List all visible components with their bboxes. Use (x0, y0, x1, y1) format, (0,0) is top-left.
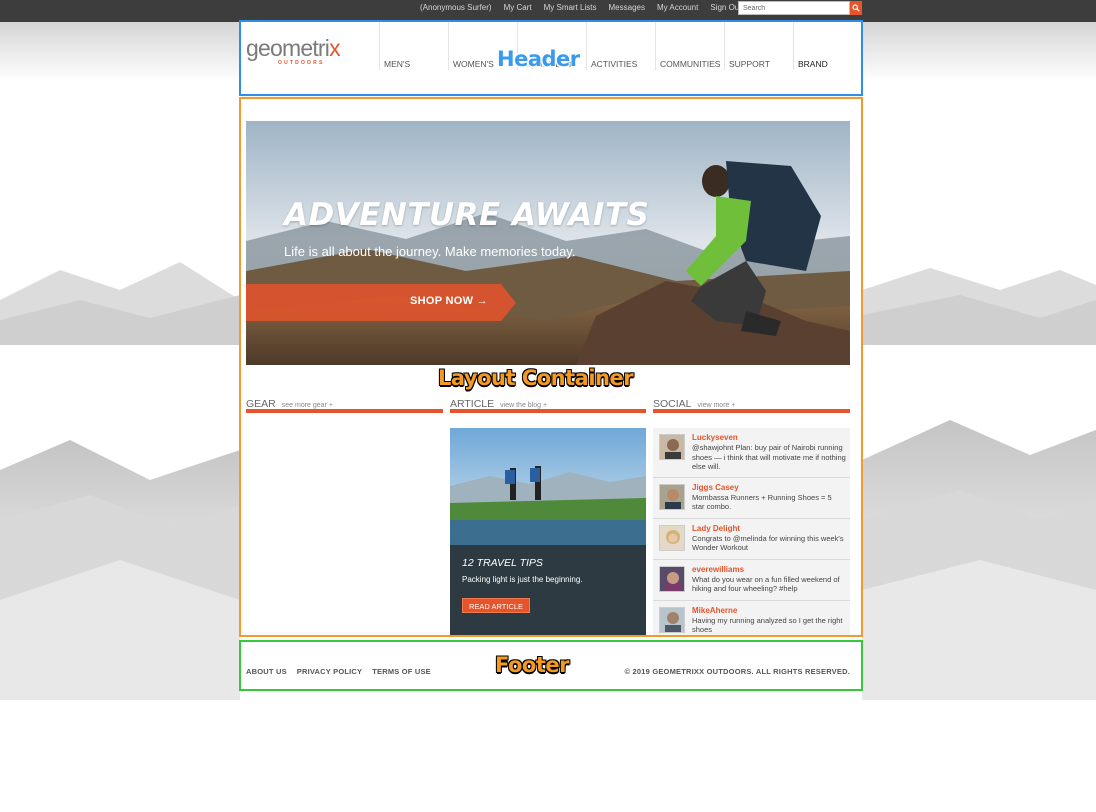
footer-link-terms[interactable]: TERMS OF USE (372, 667, 431, 676)
hero-subtitle: Life is all about the journey. Make memo… (284, 244, 576, 259)
social-text: Having my running analyzed so I get the … (692, 615, 843, 635)
social-author[interactable]: everewilliams (692, 565, 846, 575)
social-author[interactable]: Luckyseven (692, 433, 846, 443)
view-more-social-link[interactable]: view more + (698, 402, 736, 409)
util-link-smart-lists[interactable]: My Smart Lists (538, 2, 603, 13)
avatar[interactable] (659, 434, 685, 460)
social-post: MikeAherne Having my running analyzed so… (653, 601, 850, 637)
social-post: everewilliams What do you wear on a fun … (653, 560, 850, 601)
footer-link-about[interactable]: ABOUT US (246, 667, 287, 676)
social-author[interactable]: MikeAherne (692, 606, 846, 616)
social-text: @shawjohnt Plan: buy pair of Nairobi run… (692, 443, 846, 471)
social-text: Mombassa Runners + Running Shoes = 5 sta… (692, 492, 832, 512)
search-input[interactable] (738, 1, 850, 15)
nav-item-activities[interactable]: ACTIVITIES (586, 22, 655, 70)
footer-annotation-label: Footer (495, 653, 570, 677)
hero-banner[interactable]: ADVENTURE AWAITS Life is all about the j… (246, 121, 850, 365)
footer-link-privacy[interactable]: PRIVACY POLICY (297, 667, 362, 676)
social-text: What do you wear on a fun filled weekend… (692, 574, 840, 594)
util-link-messages[interactable]: Messages (603, 2, 651, 13)
search-button[interactable] (850, 1, 862, 15)
util-link-user[interactable]: (Anonymous Surfer) (414, 2, 498, 13)
utility-bar: (Anonymous Surfer) My Cart My Smart List… (0, 0, 1096, 22)
avatar[interactable] (659, 483, 685, 510)
view-blog-link[interactable]: view the blog + (500, 402, 547, 409)
article-headline: 12 TRAVEL TIPS (462, 557, 543, 569)
site-logo[interactable]: geometrix OUTDOORS (246, 36, 356, 70)
avatar[interactable] (659, 565, 685, 592)
util-link-cart[interactable]: My Cart (498, 2, 538, 13)
social-author[interactable]: Lady Delight (692, 524, 846, 534)
nav-item-brand[interactable]: BRAND (793, 22, 862, 70)
util-link-account[interactable]: My Account (651, 2, 704, 13)
read-article-button[interactable]: READ ARTICLE (462, 598, 531, 613)
social-author[interactable]: Jiggs Casey (692, 483, 846, 493)
utility-links: (Anonymous Surfer) My Cart My Smart List… (414, 2, 747, 13)
nav-item-support[interactable]: SUPPORT (724, 22, 793, 70)
article-divider (450, 409, 646, 413)
see-more-gear-link[interactable]: see more gear + (282, 402, 333, 409)
social-post: Luckyseven @shawjohnt Plan: buy pair of … (653, 428, 850, 478)
gear-divider (246, 409, 443, 413)
social-feed: Luckyseven @shawjohnt Plan: buy pair of … (653, 428, 850, 636)
copyright-text: © 2019 GEOMETRIXX OUTDOORS. ALL RIGHTS R… (624, 667, 850, 676)
logo-wordmark: geometrix (246, 35, 341, 61)
nav-item-communities[interactable]: COMMUNITIES (655, 22, 724, 70)
header-annotation-label: Header (497, 47, 580, 71)
social-post: Lady Delight Congrats to @melinda for wi… (653, 519, 850, 560)
footer-links: ABOUT US PRIVACY POLICY TERMS OF USE (246, 667, 441, 676)
nav-item-mens[interactable]: MEN'S (379, 22, 448, 70)
avatar[interactable] (659, 524, 685, 551)
social-divider (653, 409, 850, 413)
search-icon (852, 4, 860, 12)
logo-tagline: OUTDOORS (278, 60, 325, 66)
avatar[interactable] (659, 606, 685, 633)
social-post: Jiggs Casey Mombassa Runners + Running S… (653, 478, 850, 519)
article-description: Packing light is just the beginning. (462, 575, 583, 584)
hero-title: ADVENTURE AWAITS (284, 197, 650, 233)
layout-annotation-label: Layout Container (438, 366, 634, 390)
hero-image (246, 121, 850, 365)
shop-now-button[interactable]: SHOP NOW → (410, 295, 488, 307)
article-card[interactable]: 12 TRAVEL TIPS Packing light is just the… (450, 428, 646, 636)
social-text: Congrats to @melinda for winning this we… (692, 533, 844, 553)
main-nav: MEN'S WOMEN'S EQUIPMENT ACTIVITIES COMMU… (379, 22, 862, 70)
search-box (738, 1, 862, 15)
